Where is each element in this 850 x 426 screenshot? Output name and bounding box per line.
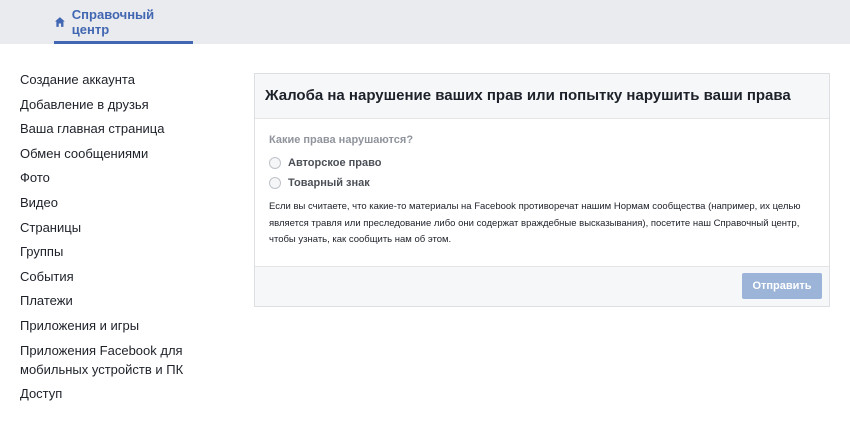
- submit-button[interactable]: Отправить: [742, 273, 822, 299]
- sidebar-item-pages[interactable]: Страницы: [20, 218, 220, 237]
- radio-button[interactable]: [269, 157, 281, 169]
- help-center-tab[interactable]: Справочный центр: [54, 0, 193, 44]
- sidebar-item-events[interactable]: События: [20, 267, 220, 286]
- sidebar-item-add-friends[interactable]: Добавление в друзья: [20, 95, 220, 114]
- home-icon: [54, 17, 65, 27]
- sidebar-item-videos[interactable]: Видео: [20, 193, 220, 212]
- radio-label: Авторское право: [288, 157, 382, 169]
- sidebar-item-messaging[interactable]: Обмен сообщениями: [20, 144, 220, 163]
- radio-option-copyright[interactable]: Авторское право: [269, 153, 815, 173]
- sidebar-item-payments[interactable]: Платежи: [20, 291, 220, 310]
- sidebar-item-photos[interactable]: Фото: [20, 168, 220, 187]
- form-body: Какие права нарушаются? Авторское право …: [255, 119, 829, 267]
- sidebar-item-accessibility[interactable]: Доступ: [20, 384, 220, 403]
- sidebar-nav: Создание аккаунта Добавление в друзья Ва…: [20, 70, 220, 409]
- sidebar-item-mobile-desktop-apps[interactable]: Приложения Facebook для мобильных устрой…: [20, 341, 220, 379]
- radio-button[interactable]: [269, 177, 281, 189]
- sidebar-item-create-account[interactable]: Создание аккаунта: [20, 70, 220, 89]
- top-bar: Справочный центр: [0, 0, 850, 44]
- form-title: Жалоба на нарушение ваших прав или попыт…: [255, 74, 829, 119]
- sidebar-item-home-page[interactable]: Ваша главная страница: [20, 119, 220, 138]
- sidebar-item-apps-games[interactable]: Приложения и игры: [20, 316, 220, 335]
- form-footer: Отправить: [255, 267, 829, 306]
- active-tab-underline: [54, 41, 193, 44]
- help-center-label: Справочный центр: [71, 7, 155, 37]
- rights-question: Какие права нарушаются?: [269, 134, 414, 146]
- form-description: Если вы считаете, что какие-то материалы…: [269, 201, 801, 245]
- sidebar-item-groups[interactable]: Группы: [20, 242, 220, 261]
- radio-label: Товарный знак: [288, 177, 370, 189]
- radio-option-trademark[interactable]: Товарный знак: [269, 173, 815, 193]
- report-form-card: Жалоба на нарушение ваших прав или попыт…: [254, 73, 830, 307]
